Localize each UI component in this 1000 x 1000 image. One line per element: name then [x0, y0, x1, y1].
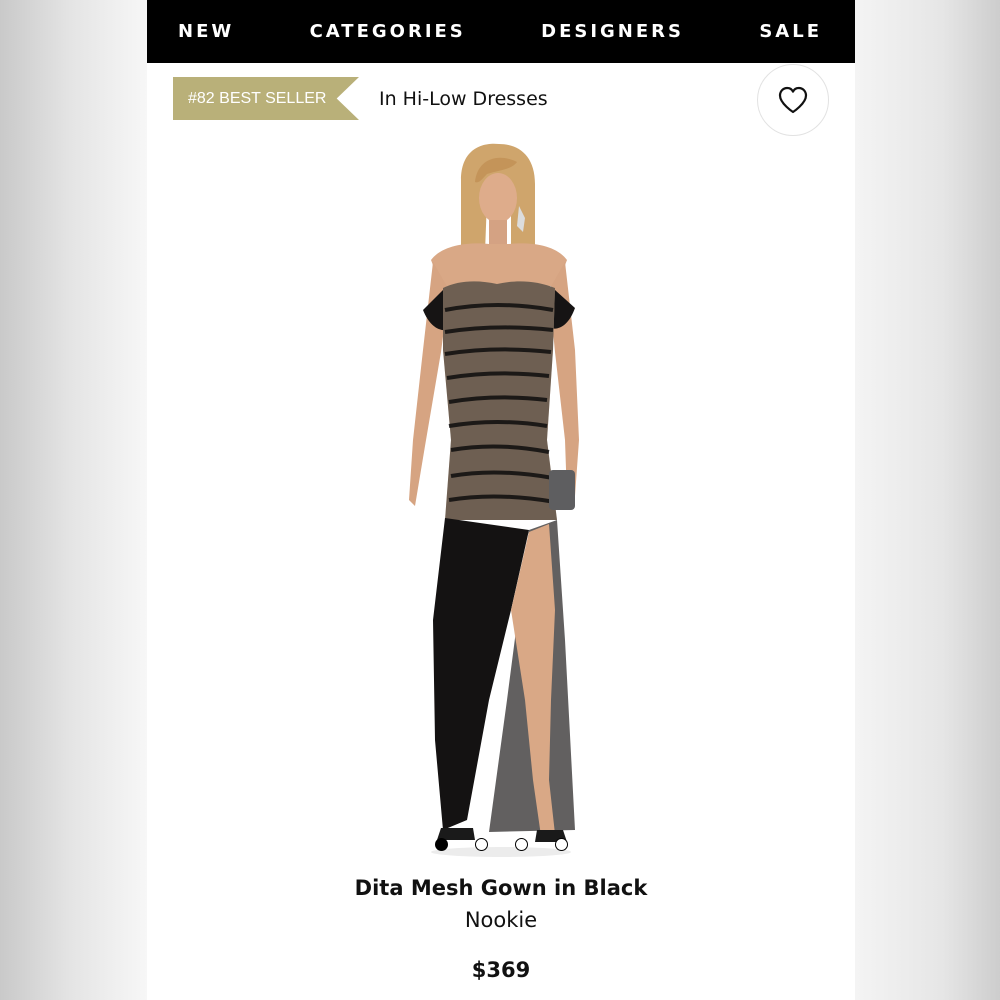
favorite-button[interactable] — [757, 64, 829, 136]
ranking-category-link[interactable]: In Hi-Low Dresses — [379, 88, 548, 110]
product-title: Dita Mesh Gown in Black — [354, 876, 648, 900]
nav-item-categories[interactable]: CATEGORIES — [310, 21, 466, 42]
gallery-pagination — [147, 838, 855, 851]
gallery-dot-2[interactable] — [474, 838, 488, 851]
nav-item-sale[interactable]: SALE — [759, 21, 822, 42]
nav-item-new[interactable]: NEW — [178, 21, 234, 42]
ranking-row: #82 BEST SELLER In Hi-Low Dresses — [147, 63, 855, 135]
backdrop-right — [855, 0, 1000, 1000]
top-nav: NEW CATEGORIES DESIGNERS SALE — [147, 0, 855, 63]
gallery-dot-3[interactable] — [514, 838, 528, 851]
product-image[interactable] — [379, 140, 619, 860]
app-screen: NEW CATEGORIES DESIGNERS SALE #82 BEST S… — [147, 0, 855, 1000]
best-seller-badge: #82 BEST SELLER — [173, 77, 359, 120]
gallery-dot-1[interactable] — [434, 838, 448, 851]
heart-icon — [778, 86, 808, 114]
gallery-dot-4[interactable] — [554, 838, 568, 851]
product-price: $369 — [471, 958, 531, 982]
nav-item-designers[interactable]: DESIGNERS — [541, 21, 684, 42]
brand-link[interactable]: Nookie — [147, 908, 855, 932]
